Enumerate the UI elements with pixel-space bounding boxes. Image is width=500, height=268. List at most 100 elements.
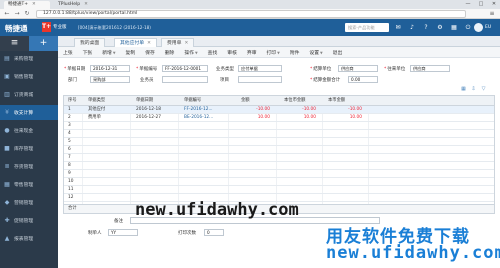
table-row[interactable]: 6 xyxy=(64,146,494,154)
sidebar-item-store[interactable]: ▥ 订货商城 xyxy=(0,87,58,102)
browser-tab-label: TPlusHelp xyxy=(58,2,81,7)
table-row[interactable]: 5 xyxy=(64,138,494,146)
back-icon[interactable]: ← xyxy=(3,10,11,18)
sidebar-item-marketing[interactable]: ◆ 营销管理 xyxy=(0,195,58,210)
inout-unit-field[interactable]: 供应商 xyxy=(410,65,450,72)
biz-type-select[interactable]: 应付单据 xyxy=(238,65,282,72)
unaudit-button[interactable]: 弃审 xyxy=(247,49,257,56)
chart-icon: ▲ xyxy=(4,235,10,242)
button-label: 查找 xyxy=(207,50,218,56)
browser-tab-help[interactable]: TPlusHelp ✕ xyxy=(54,1,94,9)
sidebar-item-stock[interactable]: ≣ 存货管理 xyxy=(0,159,58,174)
doc-no-link[interactable]: FF-2016-12... xyxy=(182,106,226,114)
column-header[interactable]: 本币金额 xyxy=(326,97,366,105)
close-tab-icon[interactable]: ✕ xyxy=(32,2,36,7)
sidebar-item-cash[interactable]: ● 往来现金 xyxy=(0,123,58,138)
sidebar-item-promotion[interactable]: ✚ 促销管理 xyxy=(0,213,58,228)
sidebar-item-retail[interactable]: ▦ 零售管理 xyxy=(0,177,58,192)
attachment-button[interactable]: 附件 xyxy=(290,49,300,56)
dept-field[interactable]: 采购部 xyxy=(90,76,130,83)
forward-icon[interactable]: → xyxy=(13,10,21,18)
operate-button[interactable]: 操作▼ xyxy=(184,49,197,56)
new-button[interactable]: 新增▼ xyxy=(102,49,115,56)
sidebar-item-report[interactable]: ▲ 报表管理 xyxy=(0,231,58,246)
button-label: 删除 xyxy=(164,50,175,56)
add-icon[interactable]: + xyxy=(29,36,58,51)
dept-label: 部门 xyxy=(68,78,77,83)
app-header: 畅捷通 T+ 专业版 [004]演示账套201612 (2016-12-18) … xyxy=(0,19,500,36)
table-row[interactable]: 11 xyxy=(64,186,494,194)
salesman-field[interactable] xyxy=(162,76,208,83)
settle-unit-field[interactable]: 供应商 xyxy=(338,65,378,72)
column-header[interactable]: 序号 xyxy=(66,97,80,105)
avatar[interactable] xyxy=(474,23,483,32)
doc-no-label: *单据编号 xyxy=(136,67,158,72)
amount-field[interactable]: 0.00 xyxy=(348,76,378,83)
find-button[interactable]: 查找 xyxy=(208,49,218,56)
menu-toggle-icon[interactable]: ≡ xyxy=(0,36,29,51)
column-header[interactable]: 单据编号 xyxy=(182,97,222,105)
grid-icon[interactable]: ▦ xyxy=(450,23,458,32)
next-button[interactable]: 下张 xyxy=(83,49,93,56)
maximize-icon[interactable]: □ xyxy=(475,0,487,9)
sidebar-item-inventory[interactable]: ■ 库存管理 xyxy=(0,141,58,156)
column-header[interactable]: 本位币金额 xyxy=(282,97,322,105)
print-button[interactable]: 打印▼ xyxy=(267,49,280,56)
table-row[interactable]: 9 xyxy=(64,170,494,178)
tab-other-payable[interactable]: 其他应付单 ✕ xyxy=(114,38,158,47)
column-settings-icon[interactable]: ▦ xyxy=(460,86,467,93)
table-row[interactable]: 3 xyxy=(64,122,494,130)
close-window-icon[interactable]: ✕ xyxy=(488,0,500,9)
user-name[interactable]: EU xyxy=(485,25,491,30)
table-row[interactable]: 7 xyxy=(64,154,494,162)
print-count-label: 打印次数 xyxy=(178,231,196,236)
close-tab-icon[interactable]: ✕ xyxy=(84,2,88,7)
browser-tab-main[interactable]: 畅捷通T+ ✕ xyxy=(4,1,50,9)
doc-date-field[interactable]: 2016-12-31 xyxy=(90,65,130,72)
table-row[interactable]: 4 xyxy=(64,130,494,138)
doc-no-field[interactable]: FF-2016-12-0001 xyxy=(162,65,208,72)
settings-icon[interactable]: ⚙ xyxy=(436,23,444,32)
minimize-icon[interactable]: — xyxy=(462,0,474,9)
audit-button[interactable]: 审核 xyxy=(227,49,237,56)
sidebar-item-finance[interactable]: ¥ 收支计算 xyxy=(0,105,58,120)
exit-button[interactable]: 退出 xyxy=(333,49,343,56)
sidebar-item-label: 促销管理 xyxy=(14,219,34,224)
button-label: 退出 xyxy=(332,50,343,56)
copy-button[interactable]: 复制 xyxy=(126,49,136,56)
project-field[interactable] xyxy=(238,76,282,83)
delete-button[interactable]: 删除 xyxy=(165,49,175,56)
sidebar-item-sales[interactable]: ▣ 销售管理 xyxy=(0,69,58,84)
table-row[interactable]: 1 其他应付 2016-12-18 FF-2016-12... -10.00 -… xyxy=(64,106,494,114)
column-header[interactable]: 单据类型 xyxy=(86,97,126,105)
browser-menu-icon[interactable]: ≡ xyxy=(488,10,496,18)
sidebar: ≡ ⌕ ▤采购管理 ▣销售管理 ▥订货商城 ¥收支计算 ●往来现金 ■库存管理 … xyxy=(0,36,58,268)
help-icon[interactable]: ? xyxy=(422,23,430,32)
message-icon[interactable]: ✉ xyxy=(394,23,402,32)
column-header[interactable]: 单据日期 xyxy=(134,97,174,105)
column-header[interactable]: 金额 xyxy=(239,97,269,105)
export-icon[interactable]: ⇩ xyxy=(470,86,477,93)
save-button[interactable]: 保存 xyxy=(145,49,155,56)
filter-icon[interactable]: ▽ xyxy=(480,86,487,93)
search-input[interactable]: 搜索-产品功能 xyxy=(345,23,389,32)
truck-icon: ▣ xyxy=(4,73,10,80)
sidebar-item-label: 订货商城 xyxy=(14,93,34,98)
reload-icon[interactable]: ↻ xyxy=(23,10,31,18)
table-row[interactable]: 10 xyxy=(64,178,494,186)
sidebar-item-label: 往来现金 xyxy=(14,129,34,134)
button-label: 保存 xyxy=(145,50,155,56)
close-tab-icon[interactable]: ✕ xyxy=(184,41,188,46)
url-field[interactable]: 127.0.0.1:88/tplus/view/portal/portal.ht… xyxy=(36,10,466,18)
sidebar-item-purchase[interactable]: ▤ 采购管理 xyxy=(0,51,58,66)
tab-expense[interactable]: 费用单 ✕ xyxy=(161,38,195,47)
table-row[interactable]: 2 费用单 2016-12-27 BE-2016-12... 10.00 10.… xyxy=(64,114,494,122)
close-tab-icon[interactable]: ✕ xyxy=(147,41,151,46)
tab-desktop[interactable]: 我的桌面 xyxy=(74,38,106,47)
doc-no-link[interactable]: BE-2016-12... xyxy=(182,114,226,122)
settings-button[interactable]: 设置▼ xyxy=(309,49,322,56)
bell-icon[interactable]: ♪ xyxy=(408,23,416,32)
power-icon[interactable]: ⏻ xyxy=(464,23,472,32)
table-row[interactable]: 8 xyxy=(64,162,494,170)
prev-button[interactable]: 上张 xyxy=(63,49,73,56)
